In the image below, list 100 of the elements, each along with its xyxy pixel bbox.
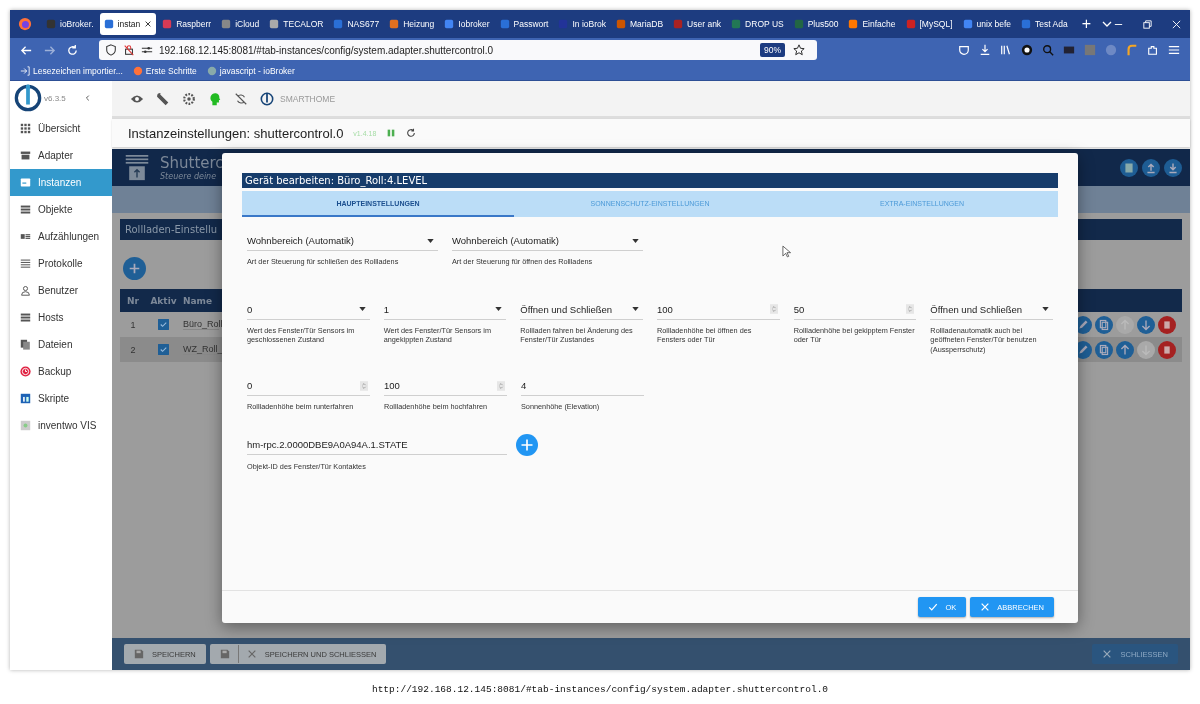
delete-button[interactable] [1158, 315, 1176, 334]
add-button[interactable] [516, 433, 538, 456]
reload-icon[interactable] [406, 128, 417, 138]
number-field[interactable]: 50 [793, 299, 917, 320]
sidebar-item[interactable]: Backup [10, 358, 112, 385]
sidebar-item[interactable]: Übersicht [10, 115, 112, 142]
move-up-button[interactable] [1116, 340, 1134, 359]
firefox-icon[interactable] [18, 17, 32, 31]
close-icon[interactable] [144, 20, 153, 28]
browser-tab[interactable]: DROP US [727, 13, 788, 35]
sidebar-item[interactable]: Aufzählungen [10, 223, 112, 250]
browser-tab[interactable]: TECALOR [265, 13, 328, 35]
new-tab-button[interactable]: + [1081, 15, 1091, 33]
browser-tab[interactable]: In ioBrok [554, 13, 611, 35]
browser-tab[interactable]: [MySQL] [901, 13, 957, 35]
files-icon [20, 339, 31, 350]
checkbox[interactable] [158, 344, 169, 355]
site-icon [269, 19, 280, 29]
browser-tab[interactable]: Passwort [495, 13, 553, 35]
select-field[interactable]: Öffnen und Schließen [520, 299, 643, 320]
browser-tab[interactable]: User ank [669, 13, 726, 35]
library-icon[interactable] [1000, 44, 1012, 56]
move-down-button[interactable] [1137, 315, 1155, 334]
gear-icon[interactable] [182, 91, 196, 106]
table-cell-text: 2 [129, 344, 137, 355]
url-text: 192.168.12.145:8081/#tab-instances/config/system.adapter.shuttercontrol.0 [159, 44, 495, 56]
add-button[interactable] [123, 257, 146, 280]
number-field[interactable]: 0 [247, 376, 370, 396]
bookmark[interactable]: Lesezeichen importier... [20, 66, 123, 76]
download-button[interactable] [1164, 158, 1182, 177]
checkbox[interactable] [158, 319, 169, 330]
site-icon [46, 19, 56, 29]
magnifier-icon[interactable] [1042, 44, 1054, 56]
pause-icon[interactable] [386, 128, 397, 138]
wrench-icon[interactable] [156, 91, 170, 106]
browser-tab[interactable]: ioBroker. [42, 13, 98, 35]
puzzle-icon[interactable] [1147, 44, 1159, 56]
browser-tab[interactable]: Raspberr [158, 13, 216, 35]
close-icon [980, 602, 991, 612]
browser-tab[interactable]: NAS677 [329, 13, 384, 35]
box-icon[interactable] [1063, 44, 1075, 56]
reload-icon[interactable] [66, 43, 79, 57]
check-icon [928, 602, 939, 612]
head-icon[interactable] [208, 91, 222, 106]
sidebar-item[interactable]: Protokolle [10, 250, 112, 277]
browser-tab[interactable]: instan [99, 13, 157, 35]
bookmark[interactable]: javascript - ioBroker [206, 66, 295, 76]
select-field[interactable]: 1 [383, 299, 507, 320]
table-cell-text: 1 [129, 319, 137, 330]
sidebar-item[interactable]: Objekte [10, 196, 112, 223]
logo-icon [14, 84, 42, 112]
browser-tab[interactable]: Heizung [385, 13, 439, 35]
input-field[interactable]: hm-rpc.2.0000DBE9A0A94A.1.STATE [247, 434, 507, 455]
site-icon [162, 19, 173, 29]
bookmark-icon [20, 66, 30, 76]
upload-button[interactable] [1142, 158, 1160, 177]
browser-tab[interactable]: Test Ada [1017, 13, 1072, 35]
bookmark[interactable]: Erste Schritte [132, 66, 197, 76]
number-field[interactable]: 100 [657, 299, 780, 320]
sidebar-item[interactable]: Adapter [10, 142, 112, 169]
sidebar-item[interactable]: Hosts [10, 304, 112, 331]
site-icon [848, 19, 859, 29]
browser-tab[interactable]: Iobroker [440, 13, 494, 35]
sync-off-icon[interactable] [234, 91, 248, 106]
url-caption: http://192.168.12.145:8081/#tab-instances/config/system.adapter.shuttercontrol.0 [370, 684, 830, 695]
input-field[interactable]: 4 [521, 376, 644, 396]
caret-icon [632, 238, 639, 243]
browser-tab[interactable]: Plus500 [789, 13, 843, 35]
browser-tab[interactable]: MariaDB [612, 13, 668, 35]
shield-icon [105, 44, 117, 56]
browser-tab[interactable]: unix befe [958, 13, 1016, 35]
number-field[interactable]: 100 [384, 376, 507, 396]
address-bar[interactable]: 192.168.12.145:8081/#tab-instances/config/system.adapter.shuttercontrol.0 90% [99, 40, 817, 60]
download-icon[interactable] [979, 44, 991, 56]
help-button[interactable] [1120, 158, 1138, 177]
browser-tab[interactable]: iCloud [217, 13, 264, 35]
sidebar-item[interactable]: Skripte [10, 385, 112, 412]
circle-icon[interactable] [1021, 44, 1033, 56]
select-field[interactable]: Öffnen und Schließen [930, 299, 1054, 320]
zoom-badge[interactable]: 90% [760, 43, 785, 57]
select-field[interactable]: Wohnbereich (Automatik) [452, 231, 643, 251]
site-icon [333, 19, 344, 29]
chevron-left-icon[interactable] [83, 94, 92, 102]
logo-icon [260, 91, 274, 106]
window-icon [20, 177, 31, 188]
site-icon [962, 19, 973, 29]
enum-icon [20, 231, 31, 242]
browser-tab[interactable]: Einfache [844, 13, 900, 35]
select-field[interactable]: 0 [247, 299, 370, 320]
select-field[interactable]: Wohnbereich (Automatik) [247, 231, 438, 251]
delete-button[interactable] [1158, 340, 1176, 359]
restore-icon[interactable] [1142, 18, 1153, 30]
star-icon[interactable] [793, 44, 805, 56]
hook-icon[interactable] [1126, 44, 1138, 56]
sidebar-item[interactable]: inventwo VIS [10, 412, 112, 439]
sidebar-item[interactable]: Benutzer [10, 277, 112, 304]
sidebar-item[interactable]: Dateien [10, 331, 112, 358]
menu-icon[interactable] [1168, 44, 1180, 56]
pocket-icon[interactable] [958, 44, 970, 56]
section-title: Rollladen-Einstellu [125, 224, 218, 235]
